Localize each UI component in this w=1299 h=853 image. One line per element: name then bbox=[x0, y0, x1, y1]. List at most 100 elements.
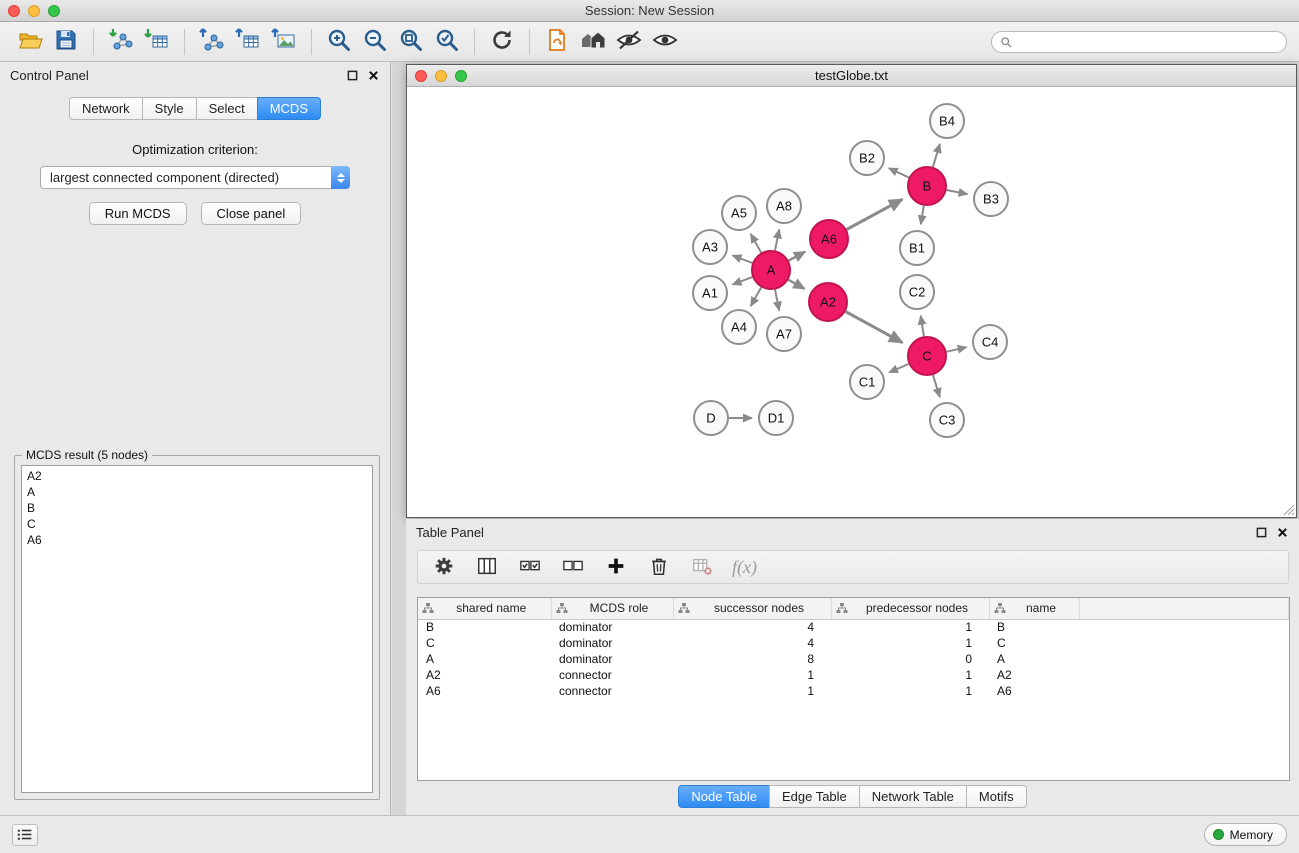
search-box[interactable] bbox=[991, 31, 1287, 53]
edge-A6-B[interactable] bbox=[847, 199, 903, 229]
edge-C-C2[interactable] bbox=[921, 316, 924, 337]
mcds-result-item[interactable]: C bbox=[22, 516, 372, 532]
export-network-button[interactable] bbox=[194, 26, 230, 58]
import-network-button[interactable] bbox=[103, 26, 139, 58]
window-titlebar[interactable]: Session: New Session bbox=[0, 0, 1299, 22]
cell[interactable]: 8 bbox=[673, 651, 831, 667]
column-header-MCDS-role[interactable]: MCDS role bbox=[551, 598, 673, 619]
table-row[interactable]: Bdominator41B bbox=[418, 619, 1289, 635]
node-A[interactable]: A bbox=[752, 251, 790, 289]
column-header-successor-nodes[interactable]: successor nodes bbox=[673, 598, 831, 619]
node-B[interactable]: B bbox=[908, 167, 946, 205]
run-mcds-button[interactable]: Run MCDS bbox=[89, 202, 187, 225]
hide-graphics-details-button[interactable] bbox=[611, 26, 647, 58]
node-A3[interactable]: A3 bbox=[693, 230, 727, 264]
export-image-button[interactable] bbox=[266, 26, 302, 58]
node-C[interactable]: C bbox=[908, 337, 946, 375]
node-B4[interactable]: B4 bbox=[930, 104, 964, 138]
close-panel-button[interactable]: Close panel bbox=[201, 202, 302, 225]
show-panel-menu-button[interactable] bbox=[12, 824, 38, 846]
column-header-predecessor-nodes[interactable]: predecessor nodes bbox=[831, 598, 989, 619]
cell[interactable]: 1 bbox=[831, 683, 989, 699]
edge-A-A2[interactable] bbox=[788, 280, 804, 289]
cell[interactable]: B bbox=[418, 619, 551, 635]
edge-A-A6[interactable] bbox=[789, 252, 806, 261]
search-input[interactable] bbox=[1018, 35, 1278, 49]
column-header-shared-name[interactable]: shared name bbox=[418, 598, 551, 619]
home-view-button[interactable] bbox=[575, 26, 611, 58]
tab-style[interactable]: Style bbox=[142, 97, 197, 120]
node-C1[interactable]: C1 bbox=[850, 365, 884, 399]
zoom-window-button[interactable] bbox=[48, 5, 60, 17]
table-row[interactable]: Adominator80A bbox=[418, 651, 1289, 667]
cell[interactable]: C bbox=[418, 635, 551, 651]
cell[interactable]: dominator bbox=[551, 635, 673, 651]
mcds-result-item[interactable]: A2 bbox=[22, 468, 372, 484]
save-session-button[interactable] bbox=[48, 26, 84, 58]
edge-A-A1[interactable] bbox=[733, 277, 753, 284]
open-file-button[interactable] bbox=[12, 26, 48, 58]
node-B3[interactable]: B3 bbox=[974, 182, 1008, 216]
cell[interactable]: dominator bbox=[551, 619, 673, 635]
optimization-criterion-select[interactable]: largest connected component (directed) bbox=[40, 166, 350, 189]
cell[interactable]: A bbox=[418, 651, 551, 667]
minimize-window-button[interactable] bbox=[28, 5, 40, 17]
node-D1[interactable]: D1 bbox=[759, 401, 793, 435]
select-all-rows-button[interactable] bbox=[517, 554, 543, 580]
export-table-button[interactable] bbox=[230, 26, 266, 58]
unselect-all-rows-button[interactable] bbox=[560, 554, 586, 580]
cell[interactable]: dominator bbox=[551, 651, 673, 667]
edge-B-B1[interactable] bbox=[921, 206, 924, 225]
tab-motifs[interactable]: Motifs bbox=[966, 785, 1027, 808]
edge-B-B3[interactable] bbox=[947, 190, 968, 194]
node-A7[interactable]: A7 bbox=[767, 317, 801, 351]
close-window-button[interactable] bbox=[8, 5, 20, 17]
import-table-button[interactable] bbox=[139, 26, 175, 58]
network-snapshot-button[interactable] bbox=[539, 26, 575, 58]
node-D[interactable]: D bbox=[694, 401, 728, 435]
table-settings-button[interactable] bbox=[431, 554, 457, 580]
node-A2[interactable]: A2 bbox=[809, 283, 847, 321]
node-A5[interactable]: A5 bbox=[722, 196, 756, 230]
node-table-wrap[interactable]: shared nameMCDS rolesuccessor nodesprede… bbox=[417, 597, 1290, 781]
node-B1[interactable]: B1 bbox=[900, 231, 934, 265]
zoom-fit-button[interactable] bbox=[393, 26, 429, 58]
show-columns-button[interactable] bbox=[474, 554, 500, 580]
close-table-panel-button[interactable] bbox=[1275, 525, 1289, 539]
node-C3[interactable]: C3 bbox=[930, 403, 964, 437]
apply-function-button[interactable]: f(x) bbox=[732, 557, 757, 578]
edge-B-B4[interactable] bbox=[933, 144, 940, 167]
cell[interactable]: B bbox=[989, 619, 1079, 635]
network-canvas[interactable]: B4B2BB3A5A8A6A3B1AA1C2A2A4A7C4CC1C3DD1 bbox=[407, 88, 1296, 517]
node-B2[interactable]: B2 bbox=[850, 141, 884, 175]
edge-A-A5[interactable] bbox=[751, 234, 762, 253]
cell[interactable]: 0 bbox=[831, 651, 989, 667]
add-row-button[interactable] bbox=[603, 554, 629, 580]
edge-C-C4[interactable] bbox=[947, 347, 967, 352]
zoom-selected-button[interactable] bbox=[429, 26, 465, 58]
tab-network[interactable]: Network bbox=[69, 97, 143, 120]
network-zoom-button[interactable] bbox=[455, 70, 467, 82]
tab-network-table[interactable]: Network Table bbox=[859, 785, 967, 808]
edge-A-A3[interactable] bbox=[733, 256, 753, 263]
edge-C-C3[interactable] bbox=[933, 375, 940, 397]
cell[interactable]: connector bbox=[551, 667, 673, 683]
node-A1[interactable]: A1 bbox=[693, 276, 727, 310]
edge-A-A8[interactable] bbox=[775, 230, 779, 251]
edge-A-A7[interactable] bbox=[775, 290, 779, 311]
zoom-in-button[interactable] bbox=[321, 26, 357, 58]
show-graphics-details-button[interactable] bbox=[647, 26, 683, 58]
table-row[interactable]: Cdominator41C bbox=[418, 635, 1289, 651]
edge-A2-C[interactable] bbox=[846, 312, 903, 343]
memory-button[interactable]: Memory bbox=[1204, 823, 1287, 846]
resize-grip-icon[interactable] bbox=[1281, 502, 1295, 516]
cell[interactable]: 1 bbox=[673, 683, 831, 699]
mcds-result-item[interactable]: A bbox=[22, 484, 372, 500]
cell[interactable]: A6 bbox=[418, 683, 551, 699]
cell[interactable]: A bbox=[989, 651, 1079, 667]
table-row[interactable]: A6connector11A6 bbox=[418, 683, 1289, 699]
network-close-button[interactable] bbox=[415, 70, 427, 82]
tab-select[interactable]: Select bbox=[196, 97, 258, 120]
node-A4[interactable]: A4 bbox=[722, 310, 756, 344]
cell[interactable]: connector bbox=[551, 683, 673, 699]
